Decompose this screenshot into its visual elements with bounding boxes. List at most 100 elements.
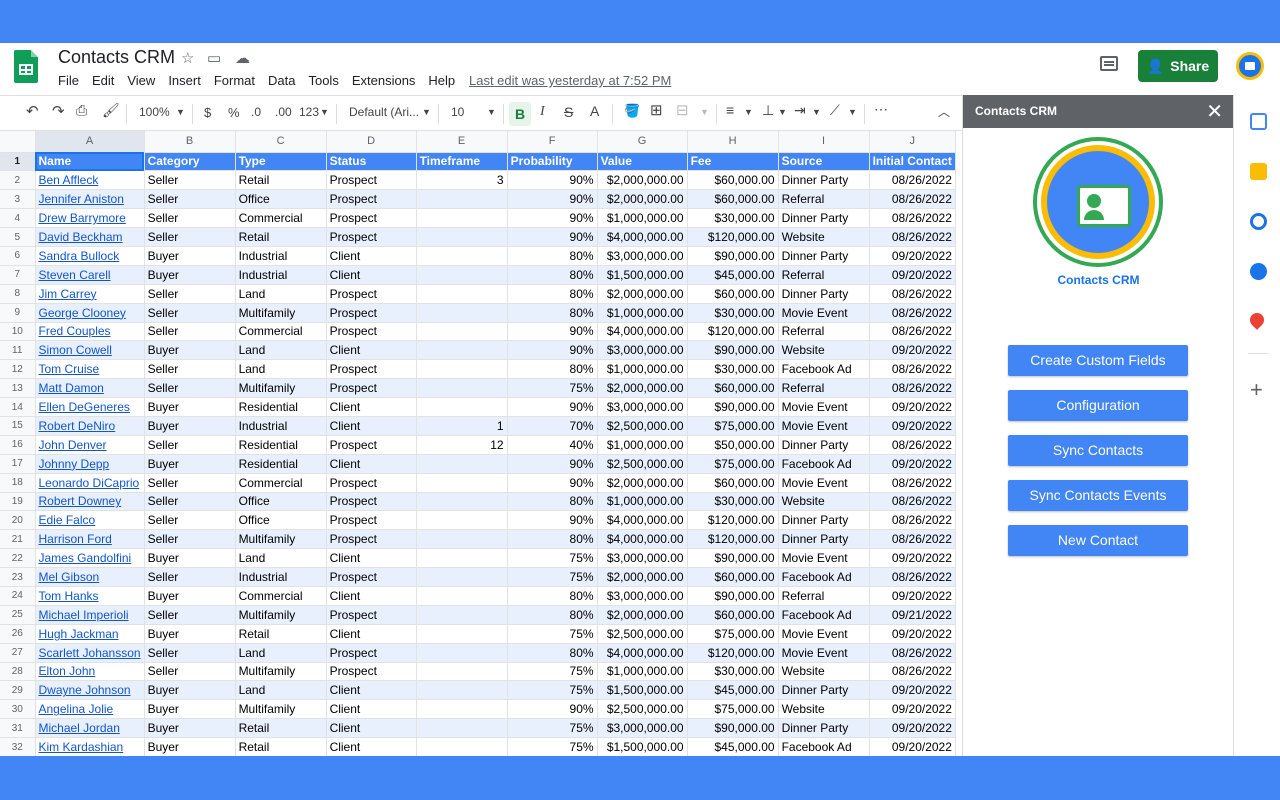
redo-icon[interactable]: ↷ [52, 102, 65, 120]
row-number[interactable]: 17 [0, 454, 36, 474]
cell-timeframe[interactable]: 1 [416, 416, 508, 436]
calendar-icon[interactable] [1250, 113, 1267, 130]
cell-name[interactable]: Jennifer Aniston [35, 189, 145, 210]
font-select[interactable]: Default (Ari... [349, 105, 419, 119]
cell-status[interactable]: Client [326, 265, 417, 285]
cell-initial-contact[interactable]: 09/20/2022 [869, 548, 956, 569]
header-cell-source[interactable]: Source [778, 152, 870, 172]
cell-fee[interactable]: $60,000.00 [687, 189, 779, 210]
cell-category[interactable]: Seller [144, 359, 236, 380]
column-header-i[interactable]: I [778, 131, 870, 153]
cell-name[interactable]: Michael Imperioli [35, 605, 145, 625]
cell-value[interactable]: $1,500,000.00 [597, 680, 688, 701]
header-cell-probability[interactable]: Probability [507, 152, 598, 172]
cell-probability[interactable]: 80% [507, 586, 598, 606]
column-header-a[interactable]: A [35, 131, 145, 153]
cell-value[interactable]: $2,500,000.00 [597, 416, 688, 436]
cell-fee[interactable]: $90,000.00 [687, 246, 779, 266]
cell-timeframe[interactable] [416, 529, 508, 550]
cell-initial-contact[interactable]: 08/26/2022 [869, 284, 956, 304]
menu-help[interactable]: Help [428, 73, 455, 88]
row-number[interactable]: 8 [0, 284, 36, 304]
cell-value[interactable]: $3,000,000.00 [597, 718, 688, 739]
cell-timeframe[interactable]: 12 [416, 435, 508, 455]
merge-dropdown-icon[interactable]: ▼ [700, 107, 709, 117]
cell-probability[interactable]: 90% [507, 340, 598, 361]
cell-value[interactable]: $2,500,000.00 [597, 624, 688, 644]
sheets-logo-icon[interactable] [14, 50, 38, 83]
cell-category[interactable]: Buyer [144, 265, 236, 285]
cell-category[interactable]: Seller [144, 567, 236, 587]
cell-status[interactable]: Client [326, 340, 417, 361]
cell-type[interactable]: Retail [235, 227, 327, 247]
cell-initial-contact[interactable]: 09/20/2022 [869, 624, 956, 644]
star-icon[interactable]: ☆ [181, 49, 194, 67]
comment-history-icon[interactable] [1100, 56, 1118, 71]
cell-name[interactable]: Hugh Jackman [35, 624, 145, 644]
column-header-c[interactable]: C [235, 131, 327, 153]
header-cell-name[interactable]: Name [35, 152, 145, 172]
cell-status[interactable]: Prospect [326, 322, 417, 342]
row-number[interactable]: 12 [0, 359, 36, 380]
cell-initial-contact[interactable]: 09/20/2022 [869, 699, 956, 720]
currency-format-button[interactable]: $ [204, 105, 211, 120]
cell-type[interactable]: Land [235, 680, 327, 701]
cell-name[interactable]: John Denver [35, 435, 145, 455]
menu-view[interactable]: View [127, 73, 155, 88]
cell-category[interactable]: Seller [144, 492, 236, 512]
cell-type[interactable]: Office [235, 510, 327, 531]
cell-probability[interactable]: 90% [507, 473, 598, 493]
menu-file[interactable]: File [58, 73, 79, 88]
cell-timeframe[interactable] [416, 605, 508, 625]
header-cell-status[interactable]: Status [326, 152, 417, 172]
cell-category[interactable]: Buyer [144, 454, 236, 474]
cell-category[interactable]: Buyer [144, 340, 236, 361]
cell-category[interactable]: Seller [144, 378, 236, 399]
cell-type[interactable]: Commercial [235, 322, 327, 342]
cell-value[interactable]: $2,000,000.00 [597, 473, 688, 493]
column-header-b[interactable]: B [144, 131, 236, 153]
cell-fee[interactable]: $45,000.00 [687, 737, 779, 756]
cell-fee[interactable]: $90,000.00 [687, 397, 779, 417]
cell-name[interactable]: Scarlett Johansson [35, 643, 145, 663]
cell-type[interactable]: Land [235, 643, 327, 663]
cell-source[interactable]: Dinner Party [778, 718, 870, 739]
cell-name[interactable]: Jim Carrey [35, 284, 145, 304]
cell-category[interactable]: Buyer [144, 699, 236, 720]
cell-status[interactable]: Prospect [326, 510, 417, 531]
cell-probability[interactable]: 90% [507, 397, 598, 417]
italic-button[interactable]: I [540, 104, 545, 120]
column-header-f[interactable]: F [507, 131, 598, 153]
cell-name[interactable]: David Beckham [35, 227, 145, 247]
cell-probability[interactable]: 90% [507, 510, 598, 531]
cell-name[interactable]: Ellen DeGeneres [35, 397, 145, 417]
cell-status[interactable]: Client [326, 454, 417, 474]
cell-probability[interactable]: 75% [507, 662, 598, 682]
cell-timeframe[interactable] [416, 246, 508, 266]
cell-type[interactable]: Industrial [235, 265, 327, 285]
row-number[interactable]: 18 [0, 473, 36, 493]
cell-timeframe[interactable] [416, 718, 508, 739]
cell-source[interactable]: Referral [778, 378, 870, 399]
cell-value[interactable]: $4,000,000.00 [597, 227, 688, 247]
horizontal-align-icon[interactable]: ≡ [726, 102, 734, 118]
cell-source[interactable]: Movie Event [778, 473, 870, 493]
row-number[interactable]: 14 [0, 397, 36, 417]
cell-type[interactable]: Commercial [235, 586, 327, 606]
decrease-decimal-button[interactable]: .0 [251, 105, 261, 119]
vertical-align-icon[interactable]: ⊥ [762, 102, 774, 119]
cell-probability[interactable]: 80% [507, 284, 598, 304]
cell-source[interactable]: Referral [778, 586, 870, 606]
cell-status[interactable]: Prospect [326, 529, 417, 550]
cell-value[interactable]: $2,000,000.00 [597, 189, 688, 210]
cell-initial-contact[interactable]: 09/20/2022 [869, 454, 956, 474]
cell-initial-contact[interactable]: 08/26/2022 [869, 303, 956, 323]
close-icon[interactable]: ✕ [1206, 99, 1223, 124]
cell-timeframe[interactable] [416, 699, 508, 720]
cell-type[interactable]: Office [235, 492, 327, 512]
cell-initial-contact[interactable]: 08/26/2022 [869, 529, 956, 550]
cell-source[interactable]: Website [778, 699, 870, 720]
cell-timeframe[interactable] [416, 189, 508, 210]
row-number[interactable]: 19 [0, 492, 36, 512]
row-number[interactable]: 4 [0, 208, 36, 229]
